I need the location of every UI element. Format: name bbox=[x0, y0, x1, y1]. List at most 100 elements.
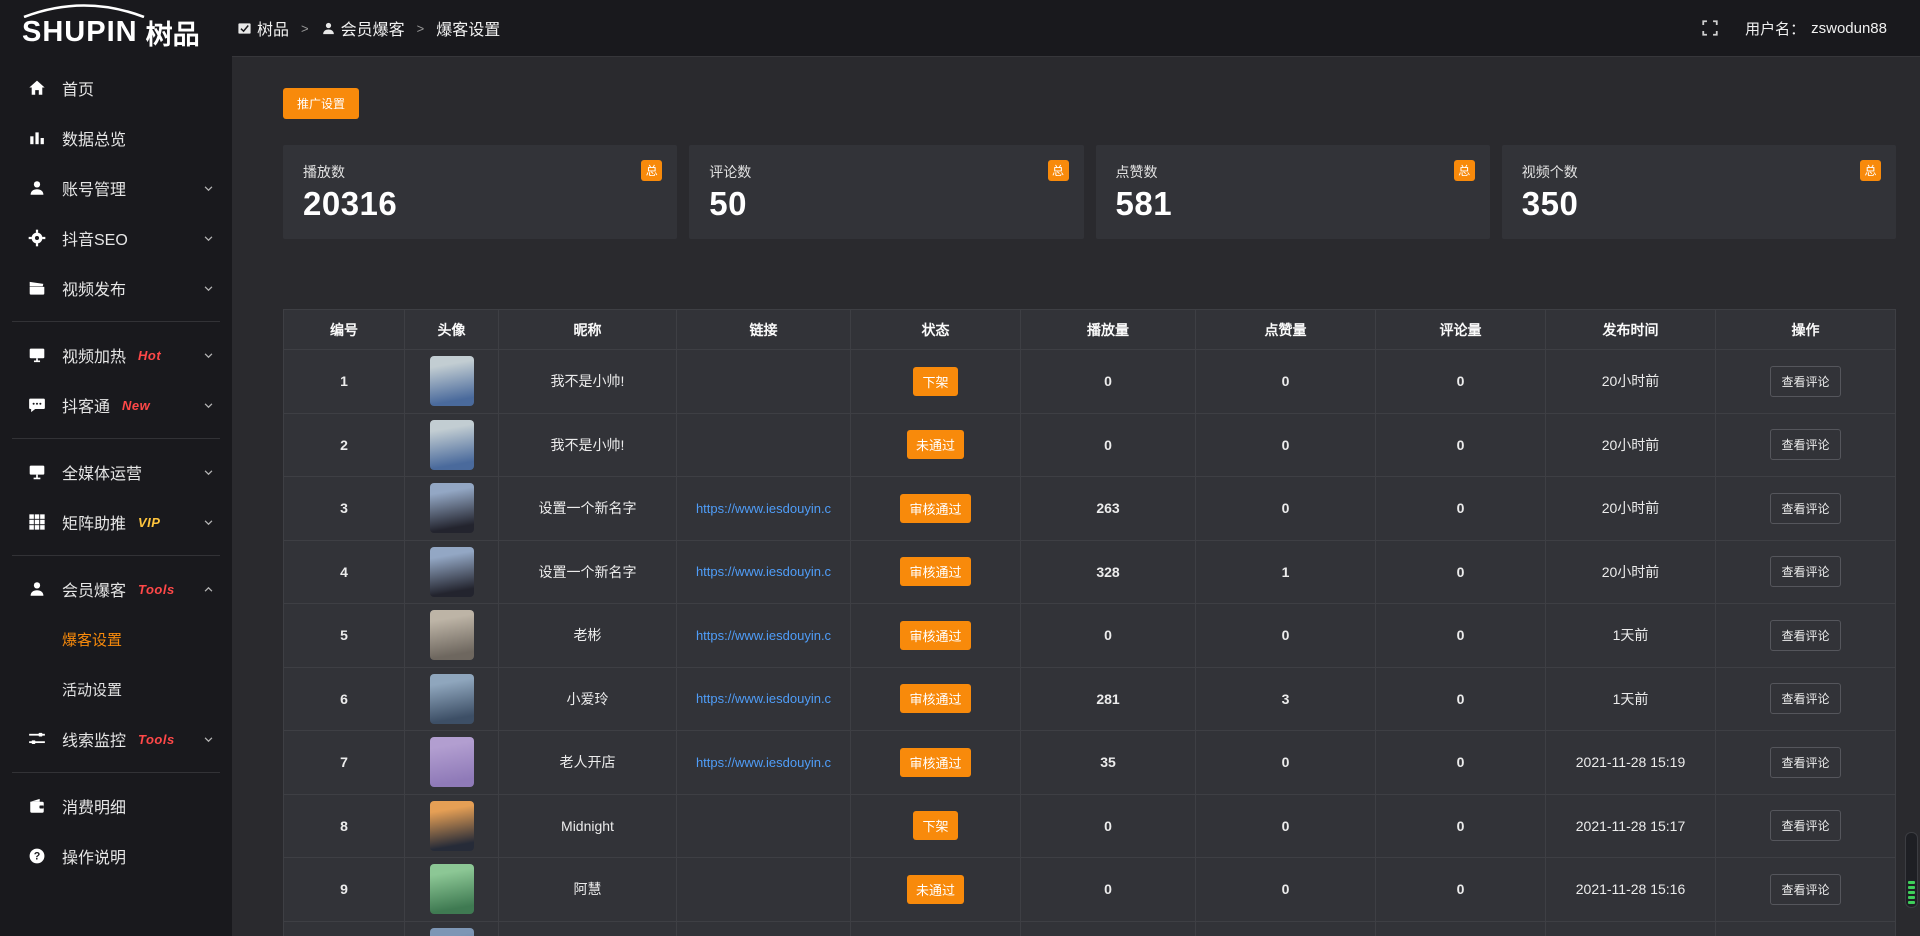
sidebar-item-matrix-boost[interactable]: 矩阵助推VIP bbox=[0, 497, 232, 547]
cell-action: 查看评论 bbox=[1716, 477, 1896, 541]
sidebar-item-label: 账号管理 bbox=[62, 176, 126, 200]
breadcrumb-item-2[interactable]: 爆客设置 bbox=[436, 16, 500, 40]
nickname-text: 小爱玲 bbox=[567, 691, 609, 707]
chevron-down-icon bbox=[203, 400, 214, 411]
stat-card-videos: 视频个数总350 bbox=[1502, 145, 1896, 239]
sliders-icon bbox=[28, 730, 46, 748]
stat-card-comments: 评论数总50 bbox=[689, 145, 1083, 239]
status-badge: 下架 bbox=[913, 367, 957, 396]
sidebar-item-home[interactable]: 首页 bbox=[0, 63, 232, 113]
scroll-widget[interactable] bbox=[1905, 832, 1918, 908]
cell-nickname: 小爱玲 bbox=[499, 667, 677, 731]
cell-avatar bbox=[405, 540, 499, 604]
sidebar-item-member-baoke[interactable]: 会员爆客Tools bbox=[0, 564, 232, 614]
cell-avatar bbox=[405, 794, 499, 858]
stat-total-badge: 总 bbox=[1454, 160, 1475, 181]
sidebar-nav: 首页数据总览账号管理抖音SEO 视频发布视频加热Hot抖客通New 全媒体运营矩阵助… bbox=[0, 57, 232, 881]
cell-status: 未通过 bbox=[851, 858, 1021, 922]
sidebar-item-consume-detail[interactable]: 消费明细 bbox=[0, 781, 232, 831]
avatar bbox=[430, 610, 474, 660]
cell-status: 下架 bbox=[851, 350, 1021, 414]
sidebar-subitem-activity-setting[interactable]: 活动设置 bbox=[0, 664, 232, 714]
view-comments-button[interactable]: 查看评论 bbox=[1770, 683, 1840, 714]
cell-nickname: Midnight bbox=[499, 794, 677, 858]
sidebar-item-data-overview[interactable]: 数据总览 bbox=[0, 113, 232, 163]
view-comments-button[interactable]: 查看评论 bbox=[1770, 620, 1840, 651]
cell-time: 20小时前 bbox=[1546, 477, 1716, 541]
cell-status bbox=[851, 921, 1021, 936]
column-header: 评论量 bbox=[1376, 310, 1546, 350]
cell-comments: 0 bbox=[1376, 858, 1546, 922]
view-comments-button[interactable]: 查看评论 bbox=[1770, 493, 1840, 524]
view-comments-button[interactable]: 查看评论 bbox=[1770, 810, 1840, 841]
sidebar-item-video-heat[interactable]: 视频加热Hot bbox=[0, 330, 232, 380]
view-comments-button[interactable]: 查看评论 bbox=[1770, 874, 1840, 905]
status-badge: 审核通过 bbox=[900, 621, 970, 650]
member-icon bbox=[28, 580, 46, 598]
cell-comments: 0 bbox=[1376, 350, 1546, 414]
cell-nickname: 阿慧 bbox=[499, 858, 677, 922]
sidebar-item-tag: New bbox=[122, 398, 150, 413]
video-link[interactable]: https://www.iesdouyin.c bbox=[677, 628, 850, 643]
user-menu[interactable]: 用户名：zswodun88 bbox=[1745, 18, 1905, 39]
video-link[interactable]: https://www.iesdouyin.c bbox=[677, 564, 850, 579]
breadcrumb-item-1[interactable]: 会员爆客 bbox=[321, 16, 405, 40]
gear-icon bbox=[28, 229, 46, 247]
view-comments-button[interactable]: 查看评论 bbox=[1770, 429, 1840, 460]
sidebar-item-media-operation[interactable]: 全媒体运营 bbox=[0, 447, 232, 497]
sidebar-item-account-manage[interactable]: 账号管理 bbox=[0, 163, 232, 213]
cell-likes: 1 bbox=[1196, 540, 1376, 604]
cell-action: 查看评论 bbox=[1716, 540, 1896, 604]
cell-avatar bbox=[405, 413, 499, 477]
cell-likes: 0 bbox=[1196, 858, 1376, 922]
cell-nickname: 老人开店 bbox=[499, 731, 677, 795]
column-header: 头像 bbox=[405, 310, 499, 350]
sidebar-subitem-baoke-setting[interactable]: 爆客设置 bbox=[0, 614, 232, 664]
cell-action: 查看评论 bbox=[1716, 604, 1896, 668]
sidebar-item-label: 数据总览 bbox=[62, 126, 126, 150]
videos-table: 编号头像昵称链接状态播放量点赞量评论量发布时间操作 1我不是小帅!下架00020… bbox=[283, 309, 1896, 936]
breadcrumb-item-0[interactable]: 树品 bbox=[237, 16, 289, 40]
sidebar-item-video-publish[interactable]: 视频发布 bbox=[0, 263, 232, 313]
sidebar-divider bbox=[12, 321, 220, 322]
cell-time bbox=[1546, 921, 1716, 936]
nickname-text: 我不是小帅! bbox=[551, 373, 625, 389]
video-link[interactable]: https://www.iesdouyin.c bbox=[677, 691, 850, 706]
cell-plays: 281 bbox=[1021, 667, 1196, 731]
sidebar-item-operation-help[interactable]: ?操作说明 bbox=[0, 831, 232, 881]
video-link[interactable]: https://www.iesdouyin.c bbox=[677, 755, 850, 770]
column-header: 链接 bbox=[677, 310, 851, 350]
content: 推广设置 播放数总20316评论数总50点赞数总581视频个数总350 编号头像… bbox=[232, 57, 1920, 936]
cell-avatar bbox=[405, 350, 499, 414]
column-header: 操作 bbox=[1716, 310, 1896, 350]
window-icon bbox=[237, 21, 252, 36]
fullscreen-icon[interactable] bbox=[1701, 19, 1719, 37]
stat-value: 20316 bbox=[303, 185, 657, 223]
cell-status: 未通过 bbox=[851, 413, 1021, 477]
cell-likes: 0 bbox=[1196, 350, 1376, 414]
sidebar-item-clue-monitor[interactable]: 线索监控Tools bbox=[0, 714, 232, 764]
cell-nickname: 我不是小帅! bbox=[499, 350, 677, 414]
view-comments-button[interactable]: 查看评论 bbox=[1770, 556, 1840, 587]
cell-link bbox=[677, 858, 851, 922]
stat-label: 播放数 bbox=[303, 162, 657, 182]
nickname-text: 阿慧 bbox=[574, 881, 602, 897]
status-badge: 未通过 bbox=[907, 430, 964, 459]
promo-settings-button[interactable]: 推广设置 bbox=[283, 88, 359, 119]
view-comments-button[interactable]: 查看评论 bbox=[1770, 747, 1840, 778]
cell-comments: 0 bbox=[1376, 413, 1546, 477]
cell-nickname bbox=[499, 921, 677, 936]
sidebar-item-douyin-seo[interactable]: 抖音SEO bbox=[0, 213, 232, 263]
video-link[interactable]: https://www.iesdouyin.c bbox=[677, 501, 850, 516]
status-badge: 审核通过 bbox=[900, 748, 970, 777]
view-comments-button[interactable]: 查看评论 bbox=[1770, 366, 1840, 397]
sidebar-item-label: 抖音SEO bbox=[62, 226, 128, 250]
cell-link: https://www.iesdouyin.c bbox=[677, 477, 851, 541]
topbar: 树品>会员爆客>爆客设置 用户名：zswodun88 bbox=[232, 0, 1920, 57]
cell-id: 7 bbox=[284, 731, 405, 795]
stat-card-likes: 点赞数总581 bbox=[1096, 145, 1490, 239]
sidebar-item-douketong[interactable]: 抖客通New bbox=[0, 380, 232, 430]
stat-total-badge: 总 bbox=[641, 160, 662, 181]
chevron-down-icon bbox=[203, 283, 214, 294]
cell-id: 1 bbox=[284, 350, 405, 414]
